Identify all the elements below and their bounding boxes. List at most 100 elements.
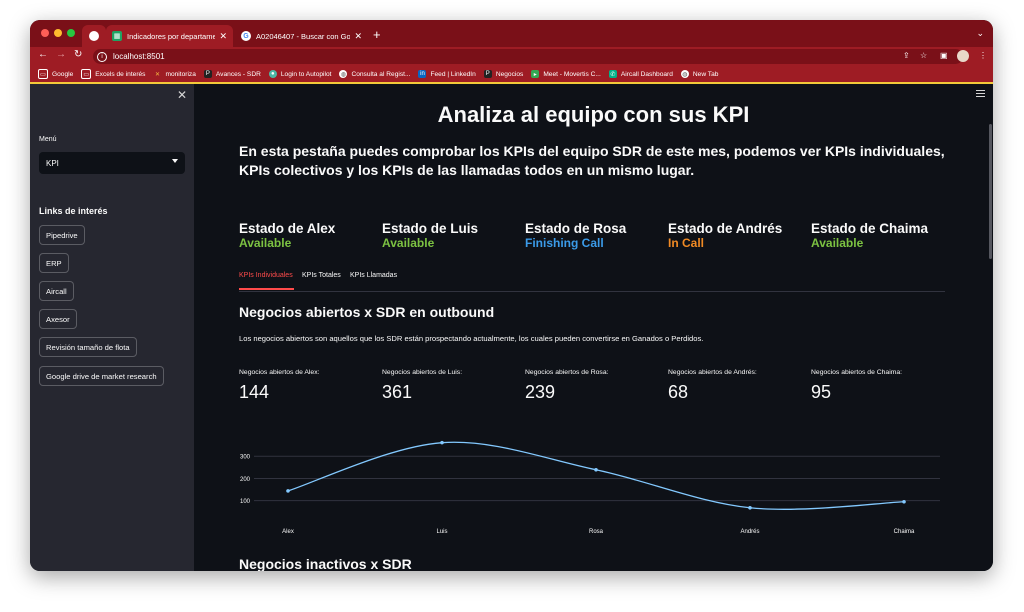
- link-button-axesor[interactable]: Axesor: [39, 309, 77, 329]
- tab-google-search[interactable]: G A02046407 - Buscar con Goo... ✕: [235, 25, 368, 47]
- status-value: Available: [811, 236, 864, 250]
- scrollbar[interactable]: [989, 124, 992, 259]
- links-title: Links de interés: [39, 206, 108, 216]
- metric-label: Negocios abiertos de Chaima:: [811, 369, 903, 376]
- data-point-alex: [286, 489, 290, 493]
- status-luis: Estado de Luis Available: [382, 221, 522, 251]
- browser-window: ▦ Indicadores por departamento ✕ G A0204…: [30, 20, 993, 571]
- new-tab-icon[interactable]: +: [373, 27, 381, 42]
- bookmark-excels[interactable]: ▭ Excels de interés: [81, 69, 145, 79]
- status-name: Estado de Luis: [382, 221, 479, 236]
- google-icon: G: [241, 31, 251, 41]
- close-tab-icon[interactable]: ✕: [219, 31, 227, 42]
- forward-icon[interactable]: →: [56, 49, 66, 60]
- metric-value: 239: [525, 382, 556, 402]
- x-tick-label: Rosa: [589, 529, 604, 535]
- series-line: [287, 441, 905, 510]
- page-title: Analiza al equipo con sus KPI: [437, 102, 750, 127]
- x-tick-label: Alex: [282, 529, 294, 535]
- close-window-button[interactable]: [41, 29, 49, 37]
- data-point-chaima: [902, 499, 906, 504]
- bookmark-google[interactable]: ▭ Google: [38, 69, 73, 79]
- status-name: Estado de Rosa: [525, 221, 627, 236]
- address-bar-row: ← → ↻ i localhost:8501 ⇪ ☆ ▣ ⋮: [30, 47, 993, 66]
- intro-text: En esta pestaña puedes comprobar los KPI…: [239, 143, 945, 178]
- tab-kpis-totales[interactable]: KPIs Totales: [302, 272, 341, 279]
- metric-andres: Negocios abiertos de Andrés: 68: [668, 369, 757, 403]
- globe-icon: ◍: [680, 70, 689, 78]
- data-point-luis: [440, 440, 444, 445]
- folder-icon: ▭: [38, 69, 48, 79]
- tab-indicadores[interactable]: ▦ Indicadores por departamento ✕: [106, 25, 233, 47]
- monitoriza-icon: ✕: [154, 71, 160, 78]
- link-button-flota[interactable]: Revisión tamaño de flota: [39, 337, 137, 357]
- metric-label: Negocios abiertos de Andrés:: [668, 369, 757, 376]
- minimize-window-button[interactable]: [54, 29, 62, 37]
- globe-icon: ◍: [339, 70, 348, 78]
- menu-select[interactable]: KPI: [39, 152, 185, 174]
- metric-label: Negocios abiertos de Luis:: [382, 369, 463, 376]
- bookmark-aircall[interactable]: ✆ Aircall Dashboard: [608, 70, 673, 78]
- tab-strip: ▦ Indicadores por departamento ✕ G A0204…: [30, 20, 993, 47]
- sheets-icon: ▦: [112, 31, 122, 41]
- link-button-erp[interactable]: ERP: [39, 253, 69, 273]
- tab-kpis-llamadas[interactable]: KPIs Llamadas: [350, 272, 397, 279]
- link-button-aircall[interactable]: Aircall: [39, 281, 74, 301]
- tab-kpis-individuales[interactable]: KPIs Individuales: [239, 272, 293, 279]
- url-text: localhost:8501: [113, 52, 165, 61]
- kpi-tabs: KPIs Individuales KPIs Totales KPIs Llam…: [239, 271, 945, 292]
- reload-icon[interactable]: ↻: [74, 49, 82, 60]
- bookmark-negocios[interactable]: P Negocios: [483, 70, 523, 78]
- bookmark-consulta[interactable]: ◍ Consulta al Regist...: [339, 70, 410, 78]
- status-name: Estado de Chaima: [811, 221, 929, 236]
- chevron-down-icon: [172, 159, 178, 163]
- bookmark-new-tab[interactable]: ◍ New Tab: [680, 70, 718, 78]
- tab-streamlit-pinned[interactable]: [82, 25, 106, 47]
- metric-value: 68: [668, 382, 689, 402]
- bookmark-avances-sdr[interactable]: P Avances - SDR: [203, 70, 261, 78]
- menu-label: Menú: [39, 136, 57, 143]
- bookmark-star-icon[interactable]: ☆: [920, 51, 927, 60]
- bookmark-monitoriza[interactable]: ✕ monitoriza: [153, 70, 196, 78]
- line-chart: 100 200 300 Alex Luis Rosa Andrés Chaima: [240, 440, 940, 535]
- hamburger-menu-icon[interactable]: [976, 90, 985, 99]
- metric-chaima: Negocios abiertos de Chaima: 95: [811, 369, 902, 403]
- back-icon[interactable]: ←: [38, 49, 48, 60]
- menu-select-value: KPI: [46, 158, 59, 168]
- p-icon: P: [483, 70, 492, 78]
- tab-search-chevron-icon[interactable]: ⌄: [976, 28, 984, 39]
- status-andres: Estado de Andrés In Call: [668, 222, 808, 251]
- section-title: Negocios abiertos x SDR en outbound: [239, 304, 495, 320]
- meet-icon: ▸: [531, 70, 540, 78]
- status-value: Finishing Call: [525, 236, 604, 250]
- metric-rosa: Negocios abiertos de Rosa: 239: [525, 369, 609, 403]
- autopilot-icon: ●: [268, 70, 277, 78]
- status-name: Estado de Alex: [239, 221, 336, 236]
- folder-icon: ▭: [81, 69, 92, 79]
- status-value: Available: [382, 236, 435, 250]
- section-description: Los negocios abiertos son aquellos que l…: [239, 334, 704, 343]
- bookmark-autopilot[interactable]: ● Login to Autopilot: [268, 70, 331, 78]
- status-rosa: Estado de Rosa Finishing Call: [525, 221, 665, 251]
- close-sidebar-icon[interactable]: ✕: [177, 88, 187, 102]
- kebab-menu-icon[interactable]: ⋮: [979, 51, 987, 60]
- link-button-pipedrive[interactable]: Pipedrive: [39, 225, 85, 245]
- metric-value: 95: [811, 382, 832, 402]
- maximize-window-button[interactable]: [67, 29, 75, 37]
- x-tick-label: Andrés: [740, 529, 759, 535]
- sidebar: ✕ Menú KPI Links de interés Pipedrive ER…: [30, 84, 194, 571]
- tab-title: Indicadores por departamento: [127, 31, 216, 41]
- data-point-andrés: [748, 505, 752, 510]
- y-tick-label: 200: [240, 477, 251, 483]
- streamlit-icon: [89, 31, 99, 41]
- main-content: Analiza al equipo con sus KPI En esta pe…: [194, 84, 993, 571]
- bookmark-meet[interactable]: ▸ Meet - Movertis C...: [531, 70, 601, 78]
- close-tab-icon[interactable]: ✕: [354, 31, 362, 42]
- bookmark-linkedin[interactable]: in Feed | LinkedIn: [418, 70, 476, 78]
- side-panel-icon[interactable]: ▣: [940, 51, 948, 60]
- site-info-icon[interactable]: i: [97, 51, 107, 62]
- share-icon[interactable]: ⇪: [903, 51, 910, 60]
- avatar[interactable]: [957, 50, 969, 62]
- url-field[interactable]: i localhost:8501: [93, 49, 963, 64]
- link-button-market-research[interactable]: Google drive de market research: [39, 366, 164, 386]
